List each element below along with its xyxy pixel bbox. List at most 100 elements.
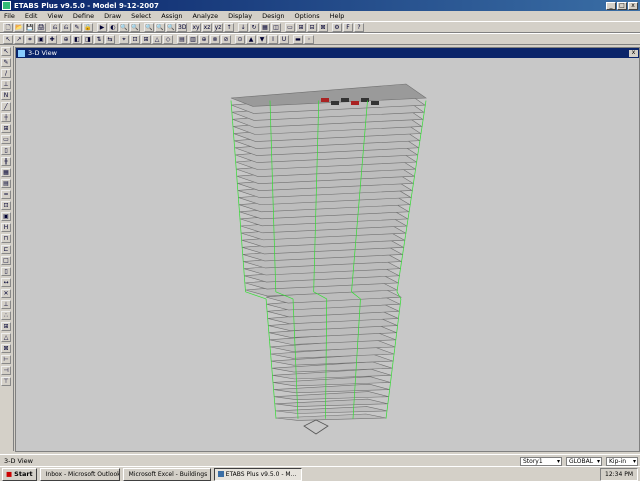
side-tool-button-7[interactable]: ⊞ <box>1 124 11 133</box>
menu-view[interactable]: View <box>47 12 62 20</box>
side-tool-button-16[interactable]: H <box>1 223 11 232</box>
side-tool-button-24[interactable]: ∴ <box>1 311 11 320</box>
toolbar2-button-15[interactable]: ▤ <box>177 35 187 44</box>
story-dropdown[interactable]: Story1 <box>520 457 562 466</box>
side-tool-button-11[interactable]: ▦ <box>1 168 11 177</box>
toolbar2-button-9[interactable]: ⇆ <box>105 35 115 44</box>
side-tool-button-6[interactable]: ┼ <box>1 113 11 122</box>
toolbar2-button-1[interactable]: ↗ <box>14 35 24 44</box>
toolbar2-button-24[interactable]: U <box>279 35 289 44</box>
side-tool-button-25[interactable]: ⊞ <box>1 322 11 331</box>
toolbar2-button-7[interactable]: ◨ <box>83 35 93 44</box>
side-tool-button-22[interactable]: ✕ <box>1 289 11 298</box>
side-tool-button-27[interactable]: ⊠ <box>1 344 11 353</box>
taskbar-item-1[interactable]: Microsoft Excel - Buildings <box>123 468 211 481</box>
toolbar1-button-25[interactable]: ⊞ <box>296 23 306 32</box>
toolbar2-button-13[interactable]: △ <box>152 35 162 44</box>
toolbar2-button-19[interactable]: ⊘ <box>221 35 231 44</box>
toolbar2-button-20[interactable]: ⊙ <box>235 35 245 44</box>
toolbar1-button-19[interactable]: ↑ <box>224 23 234 32</box>
menu-file[interactable]: File <box>4 12 15 20</box>
toolbar1-button-10[interactable]: 🔍 <box>119 23 129 32</box>
side-tool-button-14[interactable]: ⊡ <box>1 201 11 210</box>
side-tool-button-28[interactable]: ⊢ <box>1 355 11 364</box>
side-tool-button-8[interactable]: ▭ <box>1 135 11 144</box>
taskbar-item-0[interactable]: Inbox - Microsoft Outlook <box>40 468 120 481</box>
toolbar1-button-2[interactable]: 💾 <box>25 23 35 32</box>
toolbar1-button-24[interactable]: ▭ <box>285 23 295 32</box>
menu-analyze[interactable]: Analyze <box>192 12 218 20</box>
menu-select[interactable]: Select <box>131 12 151 20</box>
side-tool-button-15[interactable]: ▣ <box>1 212 11 221</box>
side-tool-button-18[interactable]: ⊏ <box>1 245 11 254</box>
toolbar1-button-14[interactable]: 🔍 <box>166 23 176 32</box>
side-tool-button-17[interactable]: ⊓ <box>1 234 11 243</box>
toolbar2-button-12[interactable]: ⊞ <box>141 35 151 44</box>
side-tool-button-5[interactable]: ╱ <box>1 102 11 111</box>
menu-display[interactable]: Display <box>228 12 252 20</box>
toolbar1-button-8[interactable]: ▶ <box>97 23 107 32</box>
side-tool-button-30[interactable]: ⊤ <box>1 377 11 386</box>
menu-draw[interactable]: Draw <box>104 12 121 20</box>
toolbar2-button-17[interactable]: ⊕ <box>199 35 209 44</box>
toolbar1-button-1[interactable]: 📂 <box>14 23 24 32</box>
toolbar1-button-18[interactable]: yz <box>213 23 223 32</box>
toolbar2-button-25[interactable]: ▬ <box>293 35 303 44</box>
side-tool-button-29[interactable]: ⊣ <box>1 366 11 375</box>
toolbar2-button-6[interactable]: ◧ <box>72 35 82 44</box>
model-viewport-canvas[interactable] <box>16 58 639 451</box>
maximize-button[interactable]: □ <box>617 2 627 10</box>
toolbar2-button-16[interactable]: ▥ <box>188 35 198 44</box>
toolbar1-button-16[interactable]: xy <box>191 23 201 32</box>
toolbar1-button-6[interactable]: ✎ <box>72 23 82 32</box>
toolbar2-button-23[interactable]: I <box>268 35 278 44</box>
view-close-button[interactable]: x <box>629 50 638 57</box>
minimize-button[interactable]: _ <box>606 2 616 10</box>
close-button[interactable]: x <box>628 2 638 10</box>
side-tool-button-4[interactable]: N <box>1 91 11 100</box>
side-tool-button-26[interactable]: △ <box>1 333 11 342</box>
toolbar2-button-14[interactable]: ◇ <box>163 35 173 44</box>
toolbar1-button-20[interactable]: ↓ <box>238 23 248 32</box>
toolbar2-button-18[interactable]: ⊗ <box>210 35 220 44</box>
menu-design[interactable]: Design <box>262 12 284 20</box>
menu-define[interactable]: Define <box>73 12 94 20</box>
start-button[interactable]: ■Start <box>2 468 37 481</box>
toolbar2-button-3[interactable]: ▣ <box>36 35 46 44</box>
toolbar2-button-5[interactable]: ⊕ <box>61 35 71 44</box>
toolbar1-button-26[interactable]: ⊟ <box>307 23 317 32</box>
toolbar2-button-26[interactable]: ◦ <box>304 35 314 44</box>
side-tool-button-0[interactable]: ↖ <box>1 47 11 56</box>
toolbar1-button-30[interactable]: ? <box>354 23 364 32</box>
menu-edit[interactable]: Edit <box>25 12 38 20</box>
toolbar1-button-12[interactable]: 🔍 <box>144 23 154 32</box>
toolbar2-button-11[interactable]: ⊡ <box>130 35 140 44</box>
side-tool-button-20[interactable]: ▯ <box>1 267 11 276</box>
toolbar1-button-27[interactable]: ⊠ <box>318 23 328 32</box>
side-tool-button-3[interactable]: ⊥ <box>1 80 11 89</box>
toolbar1-button-9[interactable]: ◐ <box>108 23 118 32</box>
side-tool-button-10[interactable]: ╫ <box>1 157 11 166</box>
toolbar1-button-21[interactable]: ↻ <box>249 23 259 32</box>
toolbar2-button-2[interactable]: ⌗ <box>25 35 35 44</box>
toolbar1-button-22[interactable]: ▦ <box>260 23 270 32</box>
toolbar2-button-10[interactable]: ⌖ <box>119 35 129 44</box>
toolbar2-button-8[interactable]: ⇅ <box>94 35 104 44</box>
toolbar2-button-0[interactable]: ↖ <box>3 35 13 44</box>
toolbar1-button-23[interactable]: ◫ <box>271 23 281 32</box>
menu-assign[interactable]: Assign <box>161 12 182 20</box>
side-tool-button-2[interactable]: / <box>1 69 11 78</box>
units-dropdown[interactable]: Kip-in <box>606 457 638 466</box>
toolbar1-button-15[interactable]: 3D <box>177 23 187 32</box>
toolbar1-button-29[interactable]: F <box>343 23 353 32</box>
menu-help[interactable]: Help <box>330 12 345 20</box>
toolbar2-button-22[interactable]: ▼ <box>257 35 267 44</box>
toolbar1-button-4[interactable]: ⎌ <box>50 23 60 32</box>
side-tool-button-23[interactable]: ⊥ <box>1 300 11 309</box>
side-tool-button-13[interactable]: ═ <box>1 190 11 199</box>
toolbar1-button-11[interactable]: 🔍 <box>130 23 140 32</box>
taskbar-item-2[interactable]: ETABS Plus v9.5.0 - M... <box>214 468 302 481</box>
coord-system-dropdown[interactable]: GLOBAL <box>566 457 602 466</box>
toolbar1-button-0[interactable]: 🗋 <box>3 23 13 32</box>
toolbar1-button-28[interactable]: ⚙ <box>332 23 342 32</box>
